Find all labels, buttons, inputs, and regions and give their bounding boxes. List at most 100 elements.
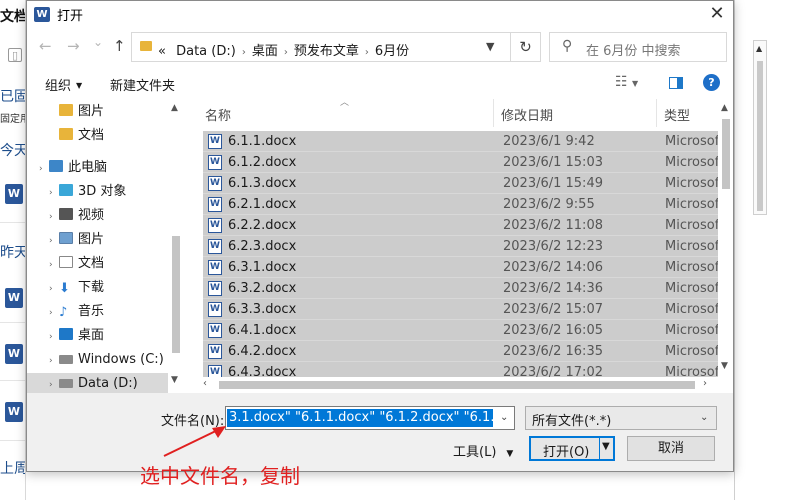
nav-item-pictures-pc[interactable]: › 图片 xyxy=(49,229,104,251)
file-list-hscrollbar[interactable]: ‹ › xyxy=(197,377,718,393)
chevron-right-icon[interactable]: › xyxy=(49,182,59,204)
table-row[interactable]: W 6.1.2.docx 2023/6/1 15:03 Microsoft xyxy=(203,152,718,173)
table-row[interactable]: W 6.1.3.docx 2023/6/1 15:49 Microsoft xyxy=(203,173,718,194)
up-folder-icon[interactable]: ↑ xyxy=(113,37,126,55)
file-name: 6.3.2.docx xyxy=(228,281,297,296)
table-row[interactable]: W 6.2.1.docx 2023/6/2 9:55 Microsoft xyxy=(203,194,718,215)
bg-scrollbar[interactable]: ▲ xyxy=(753,40,767,215)
nav-label: 文档 xyxy=(78,128,105,143)
chevron-down-icon[interactable]: ▼ xyxy=(721,361,728,371)
nav-label: 3D 对象 xyxy=(78,184,127,199)
file-list-vscrollbar[interactable]: ▲ ▼ xyxy=(718,99,733,377)
filetype-select[interactable]: 所有文件(*.*) ⌄ xyxy=(525,406,717,430)
chevron-right-icon[interactable]: › xyxy=(49,326,59,348)
breadcrumb-item[interactable]: 桌面 xyxy=(252,44,278,59)
chevron-right-icon[interactable]: › xyxy=(703,378,707,389)
nav-scroll-thumb[interactable] xyxy=(172,236,180,353)
chevron-right-icon[interactable]: › xyxy=(39,158,49,180)
open-button[interactable]: 打开(O) ▼ xyxy=(529,436,615,461)
refresh-icon[interactable]: ↻ xyxy=(511,32,541,62)
chevron-down-icon[interactable]: ▼ xyxy=(171,375,178,385)
hscroll-thumb[interactable] xyxy=(219,381,695,389)
chevron-up-icon[interactable]: ▲ xyxy=(721,103,728,113)
nav-item-documents-pc[interactable]: › 文档 xyxy=(49,253,104,275)
chevron-right-icon[interactable]: › xyxy=(284,47,288,58)
file-date: 2023/6/2 11:08 xyxy=(503,218,603,233)
filename-selected-text[interactable]: 3.1.docx" "6.1.1.docx" "6.1.2.docx" "6.1… xyxy=(227,409,493,427)
word-file-icon[interactable]: W xyxy=(5,344,23,364)
chevron-right-icon[interactable]: › xyxy=(49,350,59,372)
table-row[interactable]: W 6.4.2.docx 2023/6/2 16:35 Microsoft xyxy=(203,341,718,362)
nav-label: 图片 xyxy=(78,232,105,247)
new-folder-button[interactable]: 新建文件夹 xyxy=(110,75,175,94)
tools-button[interactable]: 工具(L) ▼ xyxy=(453,441,513,460)
chevron-right-icon[interactable]: › xyxy=(49,254,59,276)
file-type: Microsoft xyxy=(665,134,718,149)
nav-item-this-pc[interactable]: › 此电脑 xyxy=(39,157,107,179)
column-header-name[interactable]: 名称 xyxy=(205,105,231,124)
organize-button[interactable]: 组织 ▼ xyxy=(45,75,82,94)
preview-pane-icon[interactable] xyxy=(669,77,683,89)
file-name: 6.2.1.docx xyxy=(228,197,297,212)
nav-item-documents[interactable]: 文档 xyxy=(59,125,104,147)
table-row[interactable]: W 6.3.1.docx 2023/6/2 14:06 Microsoft xyxy=(203,257,718,278)
cancel-button[interactable]: 取消 xyxy=(627,436,715,461)
nav-item-windows-c[interactable]: › Windows (C:) xyxy=(49,349,164,371)
chevron-down-icon[interactable]: ⌄ xyxy=(700,412,708,423)
nav-scrollbar[interactable]: ▲ ▼ xyxy=(168,99,183,393)
search-input[interactable]: ⚲ 在 6月份 中搜索 xyxy=(549,32,727,62)
word-file-icon[interactable]: W xyxy=(5,288,23,308)
column-header-type[interactable]: 类型 xyxy=(664,105,690,124)
table-row[interactable]: W 6.3.3.docx 2023/6/2 15:07 Microsoft xyxy=(203,299,718,320)
help-icon[interactable]: ? xyxy=(703,74,720,91)
breadcrumb: « Data (D:) › 桌面 › 预发布文章 › 6月份 xyxy=(158,40,409,59)
chevron-down-icon[interactable]: ▼ xyxy=(486,40,494,53)
breadcrumb-item[interactable]: Data (D:) xyxy=(176,44,236,59)
filename-input[interactable]: 3.1.docx" "6.1.1.docx" "6.1.2.docx" "6.1… xyxy=(225,406,515,430)
chevron-down-icon[interactable]: ⌄ xyxy=(500,412,508,423)
chevron-right-icon[interactable]: › xyxy=(49,374,59,393)
folder-icon xyxy=(59,128,73,140)
column-divider[interactable] xyxy=(656,99,657,127)
chevron-right-icon[interactable]: › xyxy=(365,47,369,58)
breadcrumb-item[interactable]: 预发布文章 xyxy=(294,44,359,59)
chevron-right-icon[interactable]: › xyxy=(242,47,246,58)
caret-down-icon[interactable]: ▼ xyxy=(602,441,610,452)
chevron-left-icon[interactable]: ‹ xyxy=(203,378,207,389)
column-label: 名称 xyxy=(205,109,232,124)
vscroll-thumb[interactable] xyxy=(722,119,730,189)
column-divider[interactable] xyxy=(493,99,494,127)
chevron-right-icon[interactable]: › xyxy=(49,206,59,228)
nav-item-downloads[interactable]: › ⬇ 下载 xyxy=(49,277,104,299)
table-row[interactable]: W 6.4.3.docx 2023/6/2 17:02 Microsoft xyxy=(203,362,718,377)
close-icon[interactable]: ✕ xyxy=(703,2,731,26)
table-row[interactable]: W 6.1.1.docx 2023/6/1 9:42 Microsoft xyxy=(203,131,718,152)
view-options-icon[interactable]: ☷ ▼ xyxy=(615,74,638,90)
table-row[interactable]: W 6.2.3.docx 2023/6/2 12:23 Microsoft xyxy=(203,236,718,257)
forward-arrow-icon[interactable]: → xyxy=(67,37,80,55)
chevron-right-icon[interactable]: › xyxy=(49,302,59,324)
breadcrumb-item[interactable]: 6月份 xyxy=(375,44,409,59)
dialog-titlebar[interactable]: W 打开 ✕ xyxy=(27,1,733,27)
recent-locations-icon[interactable]: ⌄ xyxy=(93,35,103,49)
nav-item-videos[interactable]: › 视频 xyxy=(49,205,104,227)
word-file-icon[interactable]: W xyxy=(5,184,23,204)
back-arrow-icon[interactable]: ← xyxy=(39,37,52,55)
table-row[interactable]: W 6.4.1.docx 2023/6/2 16:05 Microsoft xyxy=(203,320,718,341)
bg-scroll-thumb[interactable] xyxy=(757,61,763,211)
chevron-up-icon[interactable]: ▲ xyxy=(756,44,762,53)
nav-item-desktop[interactable]: › 桌面 xyxy=(49,325,104,347)
nav-item-data-d[interactable]: › Data (D:) xyxy=(27,373,168,393)
table-row[interactable]: W 6.3.2.docx 2023/6/2 14:36 Microsoft xyxy=(203,278,718,299)
chevron-right-icon[interactable]: › xyxy=(49,230,59,252)
nav-item-3d-objects[interactable]: › 3D 对象 xyxy=(49,181,126,203)
nav-item-music[interactable]: › ♪ 音乐 xyxy=(49,301,104,323)
chevron-right-icon[interactable]: › xyxy=(49,278,59,300)
address-bar[interactable]: « Data (D:) › 桌面 › 预发布文章 › 6月份 ▼ xyxy=(131,32,511,62)
nav-item-pictures[interactable]: 图片 xyxy=(59,101,104,123)
chevron-up-icon[interactable]: ▲ xyxy=(171,103,178,113)
breadcrumb-overflow[interactable]: « xyxy=(158,44,166,59)
table-row[interactable]: W 6.2.2.docx 2023/6/2 11:08 Microsoft xyxy=(203,215,718,236)
column-header-date[interactable]: 修改日期 xyxy=(501,105,553,124)
word-file-icon[interactable]: W xyxy=(5,402,23,422)
